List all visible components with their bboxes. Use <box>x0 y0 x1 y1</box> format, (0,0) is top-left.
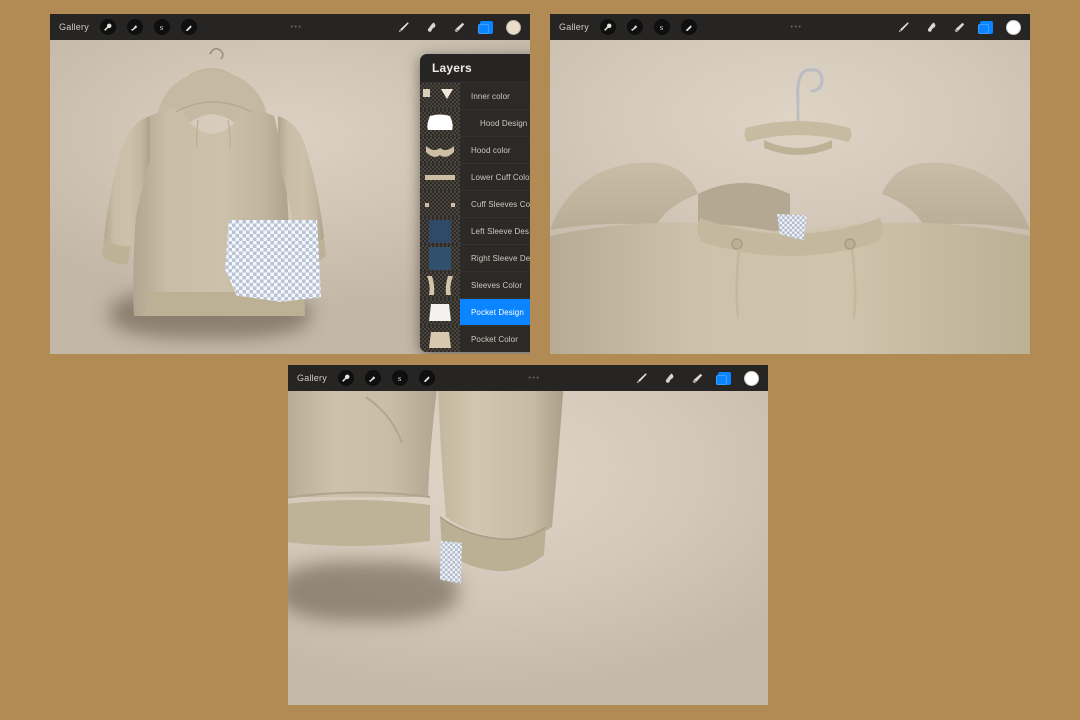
table-row[interactable]: Lower Cuff ColorN <box>420 163 530 191</box>
toolbar-left-group: Gallery S <box>59 19 197 35</box>
top-toolbar: Gallery S ••• <box>50 14 530 40</box>
table-row[interactable]: Cuff Sleeves ColorN <box>420 190 530 218</box>
table-row[interactable]: Hood colorN <box>420 136 530 164</box>
layers-icon[interactable] <box>978 20 993 34</box>
layer-thumbnail[interactable] <box>420 163 460 191</box>
brush-icon[interactable] <box>396 20 411 35</box>
pocket-transparent-region <box>225 220 321 302</box>
selection-s-icon[interactable]: S <box>653 19 670 35</box>
layer-name: Sleeves Color <box>471 280 523 290</box>
layer-thumbnail[interactable] <box>420 109 460 137</box>
cuff-closeup-illustration <box>288 391 564 572</box>
top-toolbar: Gallery S ••• <box>288 365 768 391</box>
toolbar-right-group <box>634 370 759 386</box>
layer-thumbnail[interactable] <box>420 325 460 352</box>
smudge-adjust-icon[interactable] <box>626 19 643 35</box>
layers-icon[interactable] <box>478 20 493 34</box>
canvas-cuff-closeup[interactable] <box>288 391 768 705</box>
table-row[interactable]: Inner colorN <box>420 82 530 110</box>
layer-name: Right Sleeve De... <box>471 253 530 263</box>
top-toolbar: Gallery S ••• <box>550 14 1030 40</box>
adjustments-wrench-icon[interactable] <box>599 19 616 35</box>
selection-s-icon[interactable]: S <box>391 370 408 386</box>
gallery-button[interactable]: Gallery <box>559 22 589 32</box>
layers-panel-header: Layers + <box>420 54 530 82</box>
layer-thumbnail[interactable] <box>420 298 460 326</box>
smudge-icon[interactable] <box>424 20 439 35</box>
layers-panel[interactable]: Layers + Inner colorNHood DesignNHood co… <box>420 54 530 352</box>
layer-name: Inner color <box>471 91 510 101</box>
toolbar-menu-dots[interactable]: ••• <box>697 24 896 31</box>
svg-text:S: S <box>160 24 164 31</box>
toolbar-menu-dots[interactable]: ••• <box>197 24 396 31</box>
toolbar-right-group <box>396 19 521 35</box>
layers-panel-title: Layers <box>432 61 472 75</box>
layer-thumbnail[interactable] <box>420 217 460 245</box>
svg-text:S: S <box>660 24 664 31</box>
table-row[interactable]: Sleeves ColorN <box>420 271 530 299</box>
screenshot-stage: Gallery S ••• Layers Inner color Hood De… <box>0 0 1080 720</box>
selection-s-icon[interactable]: S <box>153 19 170 35</box>
layer-name: Pocket Design <box>471 307 524 317</box>
color-swatch-icon[interactable] <box>744 370 759 386</box>
adjustments-wrench-icon[interactable] <box>99 19 116 35</box>
panel-cuff-closeup: Gallery S ••• <box>288 365 768 705</box>
layer-name: Cuff Sleeves Color <box>471 199 530 209</box>
layer-name: Lower Cuff Color <box>471 172 530 182</box>
toolbar-left-group: Gallery S <box>297 370 435 386</box>
eraser-icon[interactable] <box>690 371 705 386</box>
transform-arrow-icon[interactable] <box>680 19 697 35</box>
color-swatch-icon[interactable] <box>506 19 521 35</box>
table-row[interactable]: Pocket ColorN <box>420 325 530 352</box>
adjustments-wrench-icon[interactable] <box>337 370 354 386</box>
table-row[interactable]: Hood DesignN <box>420 109 530 137</box>
eraser-icon[interactable] <box>952 20 967 35</box>
brush-icon[interactable] <box>634 371 649 386</box>
layer-name: Pocket Color <box>471 334 518 344</box>
toolbar-right-group <box>896 19 1021 35</box>
layer-thumbnail[interactable] <box>420 190 460 218</box>
table-row[interactable]: Left Sleeve Des...N <box>420 217 530 245</box>
toolbar-left-group: Gallery S <box>559 19 697 35</box>
transform-arrow-icon[interactable] <box>180 19 197 35</box>
color-swatch-icon[interactable] <box>1006 19 1021 35</box>
panel-hood-closeup: Gallery S ••• <box>550 14 1030 354</box>
smudge-icon[interactable] <box>662 371 677 386</box>
table-row[interactable]: Pocket DesignN <box>420 298 530 326</box>
svg-text:S: S <box>398 375 402 382</box>
layers-icon[interactable] <box>716 371 731 385</box>
gallery-button[interactable]: Gallery <box>59 22 89 32</box>
layer-thumbnail[interactable] <box>420 136 460 164</box>
layer-thumbnail[interactable] <box>420 82 460 110</box>
layer-thumbnail[interactable] <box>420 244 460 272</box>
eraser-icon[interactable] <box>452 20 467 35</box>
gallery-button[interactable]: Gallery <box>297 373 327 383</box>
smudge-adjust-icon[interactable] <box>364 370 381 386</box>
hood-closeup-illustration <box>550 68 1030 354</box>
panel-front-hoodie: Gallery S ••• Layers Inner color Hood De… <box>50 14 530 354</box>
canvas-hood-closeup[interactable] <box>550 40 1030 354</box>
smudge-adjust-icon[interactable] <box>126 19 143 35</box>
cuff-label-transparent-region <box>440 541 462 584</box>
layer-name: Left Sleeve Des... <box>471 226 530 236</box>
brush-icon[interactable] <box>896 20 911 35</box>
layers-list[interactable]: Inner colorNHood DesignNHood colorNLower… <box>420 82 530 352</box>
layer-name: Hood color <box>471 145 511 155</box>
table-row[interactable]: Right Sleeve De...N <box>420 244 530 272</box>
layer-name: Hood Design <box>480 118 528 128</box>
layer-thumbnail[interactable] <box>420 271 460 299</box>
toolbar-menu-dots[interactable]: ••• <box>435 375 634 382</box>
transform-arrow-icon[interactable] <box>418 370 435 386</box>
smudge-icon[interactable] <box>924 20 939 35</box>
